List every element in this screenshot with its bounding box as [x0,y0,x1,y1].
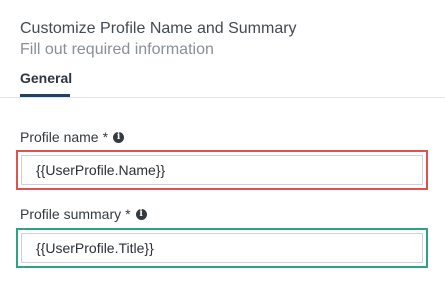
profile-summary-label: Profile summary * i [20,206,147,222]
tab-divider [0,97,445,98]
profile-name-label: Profile name * i [20,129,125,145]
profile-summary-input[interactable] [21,233,423,263]
profile-name-highlight [16,150,428,190]
info-icon[interactable]: i [113,131,125,143]
profile-summary-highlight [16,228,428,268]
customize-profile-panel: Customize Profile Name and Summary Fill … [0,0,445,283]
profile-name-input[interactable] [21,155,423,185]
info-icon[interactable]: i [135,208,147,220]
required-marker: * [102,129,109,145]
tab-general[interactable]: General [20,70,72,86]
page-subtitle: Fill out required information [20,41,214,58]
profile-summary-label-text: Profile summary [20,206,122,222]
page-title: Customize Profile Name and Summary [20,20,297,37]
profile-name-label-text: Profile name [20,129,99,145]
required-marker: * [125,206,131,222]
